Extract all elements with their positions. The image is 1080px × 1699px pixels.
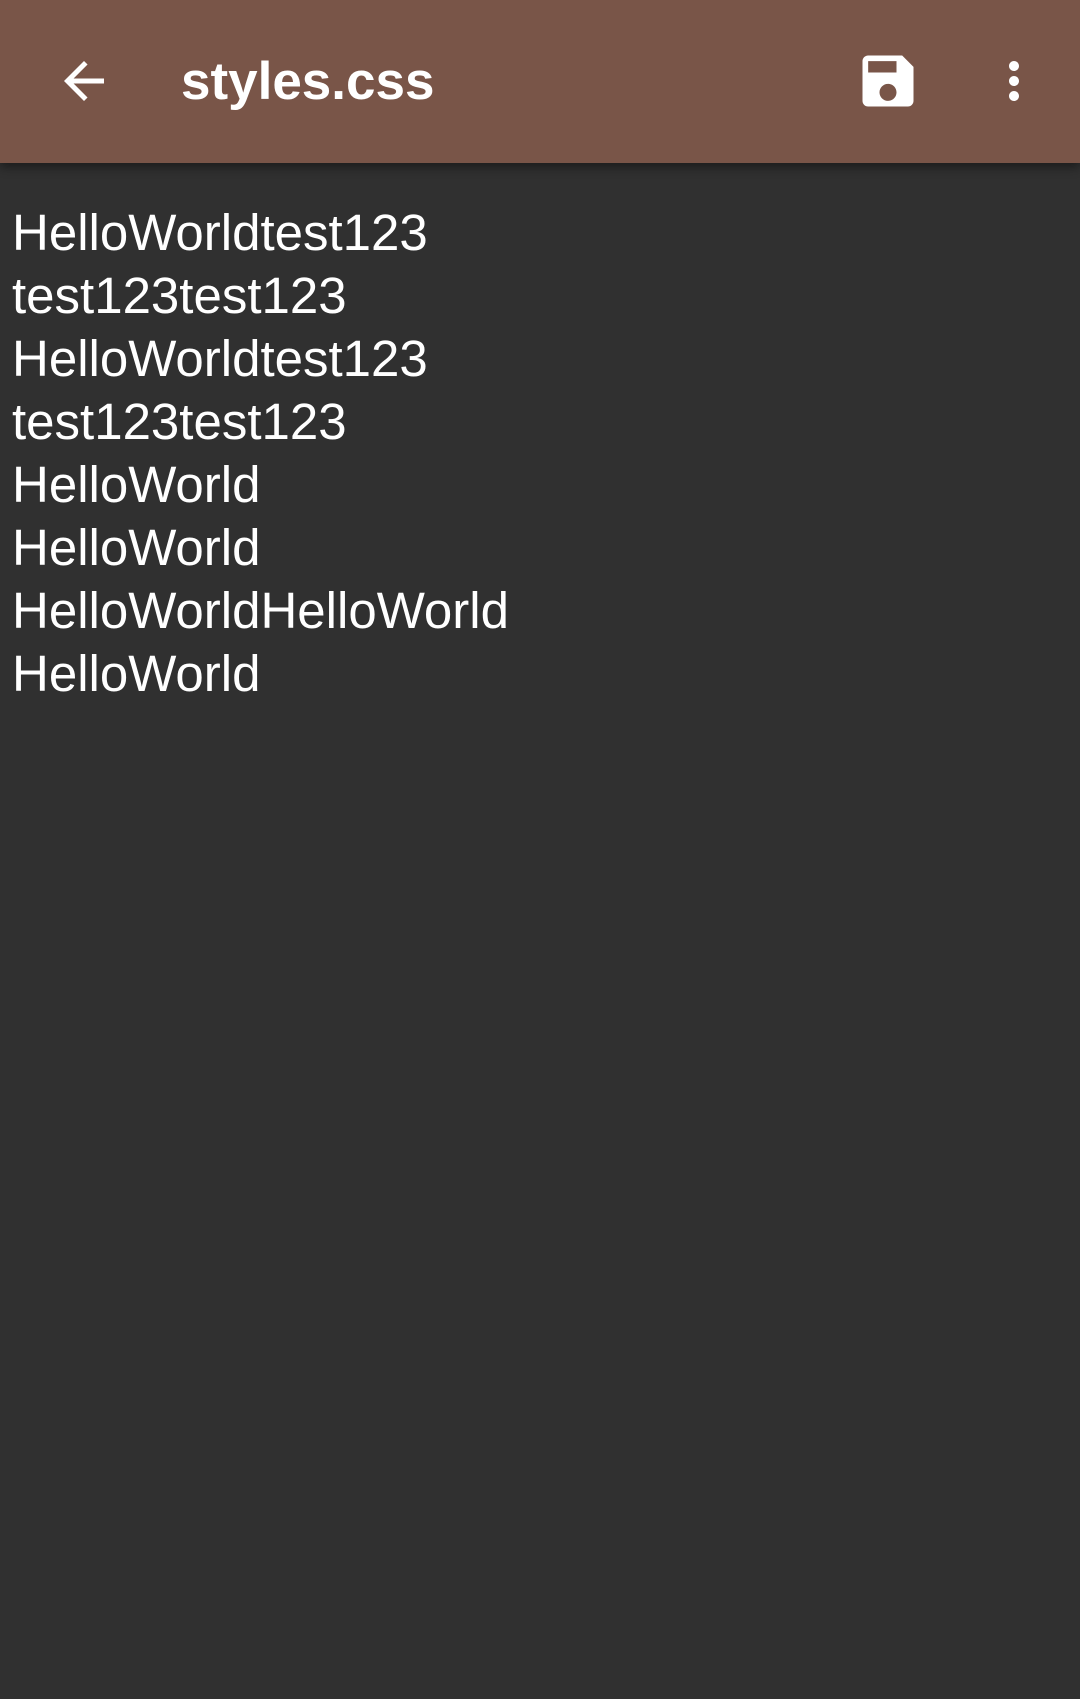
more-options-button[interactable] <box>962 29 1066 133</box>
editor-line: HelloWorld <box>12 645 261 702</box>
text-editor-area[interactable]: HelloWorldtest123 test123test123 HelloWo… <box>0 163 1080 1699</box>
editor-line: HelloWorldHelloWorld <box>12 582 509 639</box>
app-root: styles.css HelloWorldtest123 test123test… <box>0 0 1080 1699</box>
editor-line: HelloWorldtest123 <box>12 330 428 387</box>
file-title: styles.css <box>181 52 435 111</box>
editor-line: test123test123 <box>12 267 347 324</box>
more-vert-icon <box>1009 61 1019 101</box>
editor-line: test123test123 <box>12 393 347 450</box>
save-button[interactable] <box>836 29 940 133</box>
editor-line: HelloWorld <box>12 519 261 576</box>
app-toolbar: styles.css <box>0 0 1080 163</box>
arrow-back-icon <box>64 61 104 101</box>
back-button[interactable] <box>32 29 136 133</box>
editor-line: HelloWorldtest123 <box>12 204 428 261</box>
save-icon <box>862 55 914 107</box>
editor-line: HelloWorld <box>12 456 261 513</box>
